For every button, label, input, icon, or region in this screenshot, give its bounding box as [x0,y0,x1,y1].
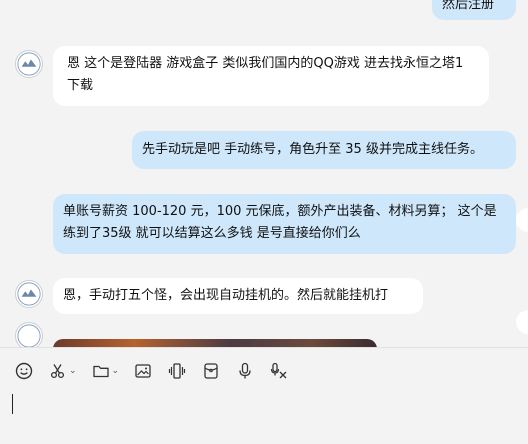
emoji-icon [15,362,33,380]
microphone-icon [239,362,251,379]
message-text: 恩 这个是登陆器 游戏盒子 类似我们国内的QQ游戏 进去找永恒之塔1 下载 [67,56,464,93]
avatar-logo-icon [17,282,41,306]
red-packet-icon [204,363,218,379]
voice-to-text-button[interactable] [269,361,289,381]
message-bubble-in[interactable]: 恩，手动打五个怪，会出现自动挂机的。然后就能挂机打 [53,278,423,314]
composer: ⌄ ⌄ [0,348,528,444]
screenshot-button[interactable]: ⌄ [48,361,77,381]
avatar-logo-icon [17,324,41,347]
message-bubble-in[interactable]: 恩 这个是登陆器 游戏盒子 类似我们国内的QQ游戏 进去找永恒之塔1 下载 [53,46,489,106]
image-button[interactable] [133,361,153,381]
text-cursor [12,394,13,414]
message-input[interactable] [12,392,512,432]
emoji-button[interactable] [14,361,34,381]
red-packet-button[interactable] [201,361,221,381]
message-text: 先手动玩是吧 手动练号，角色升至 35 级并完成主线任务。 [142,142,483,157]
avatar-logo-icon [17,52,41,76]
chevron-down-icon: ⌄ [111,366,120,376]
scissors-icon [50,364,65,379]
chat-area: 然后注册 恩 这个是登陆器 游戏盒子 类似我们国内的QQ游戏 进去找永恒之塔1 … [0,0,528,347]
avatar[interactable] [15,50,43,78]
message-bubble-out[interactable]: 然后注册 [432,0,516,20]
message-bubble-out[interactable]: 单账号薪资 100-120 元，100 元保底，额外产出装备、材料另算； 这个是… [53,194,516,254]
shake-icon [168,363,186,379]
composer-toolbar: ⌄ ⌄ [14,360,303,382]
image-icon [135,364,151,378]
avatar[interactable] [15,280,43,308]
voice-to-text-icon [270,362,287,379]
chevron-down-icon: ⌄ [69,366,77,376]
message-bubble-out[interactable]: 先手动玩是吧 手动练号，角色升至 35 级并完成主线任务。 [132,131,516,169]
folder-icon [92,365,109,378]
message-text: 恩，手动打五个怪，会出现自动挂机的。然后就能挂机打 [63,288,389,303]
message-text: 然后注册 [442,0,495,12]
image-message[interactable] [53,339,377,347]
avatar[interactable] [15,322,43,347]
scroll-indicator [516,310,528,334]
file-button[interactable]: ⌄ [91,361,120,381]
scroll-indicator [516,208,528,232]
voice-button[interactable] [235,361,255,381]
message-text: 单账号薪资 100-120 元，100 元保底，额外产出装备、材料另算； 这个是… [63,204,497,241]
shake-button[interactable] [167,361,187,381]
